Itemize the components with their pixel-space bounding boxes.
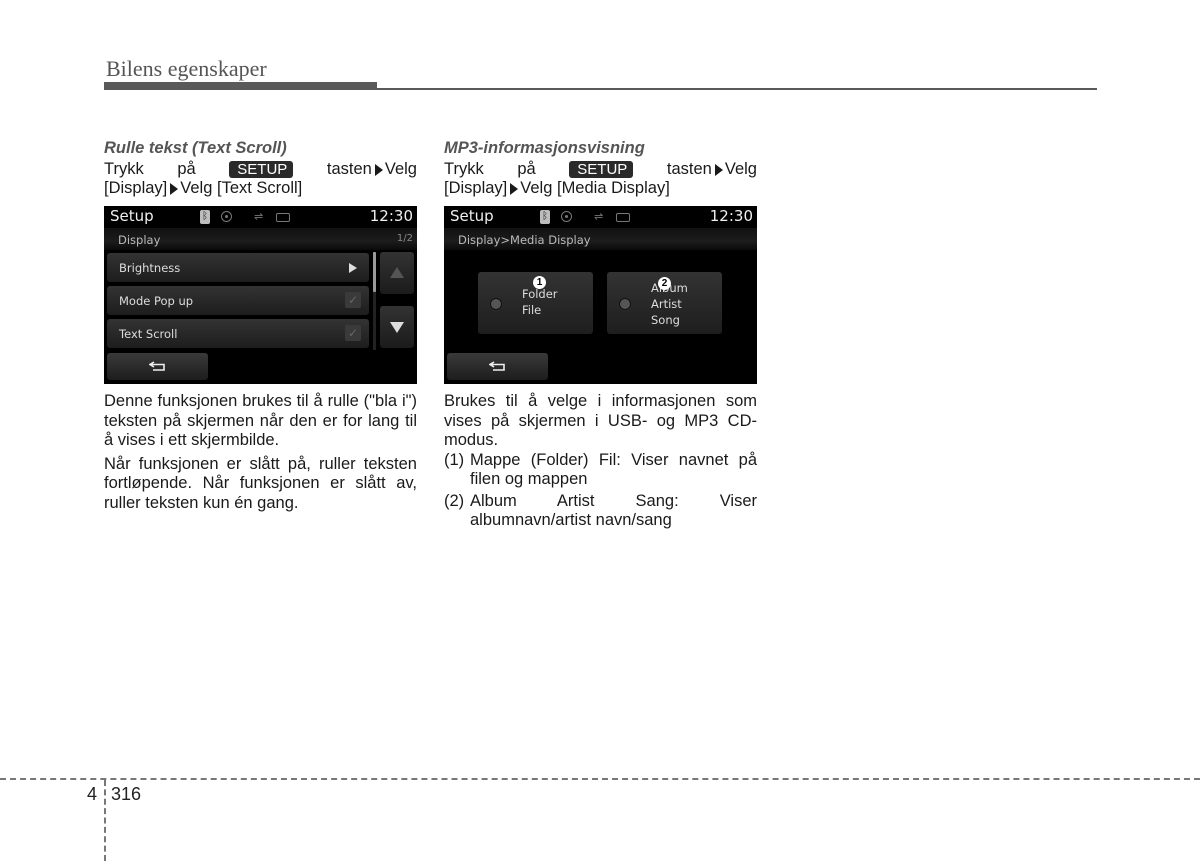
- status-bar: Setup ᛒ ⇌ 12:30: [104, 206, 417, 228]
- media-display-screenshot: Setup ᛒ ⇌ 12:30 Display>Media Display Fo…: [444, 206, 757, 384]
- screen-title: Setup: [450, 207, 494, 225]
- scroll-up-button[interactable]: [380, 252, 414, 294]
- back-button[interactable]: [447, 353, 548, 380]
- back-button[interactable]: [107, 353, 208, 380]
- clock: 12:30: [369, 207, 413, 225]
- page-number: 316: [111, 784, 142, 804]
- instr-path: Velg [Media Display]: [520, 179, 670, 197]
- usb-icon: ⇌: [254, 210, 264, 223]
- list-item: (1) Mappe (Folder) Fil: Viser navnet på f…: [444, 450, 757, 489]
- option-label: Folder File: [522, 287, 558, 317]
- instruction: Trykk på SETUP tasten Velg [Display] Velg …: [444, 160, 757, 198]
- text-scroll-section: Rulle tekst (Text Scroll) Trykk på SETUP…: [104, 138, 417, 513]
- chapter-header-title: Bilens egenskaper: [106, 56, 267, 81]
- screen-subheader: Display>Media Display: [444, 228, 757, 250]
- screen-subheader: Display 1/2: [104, 228, 417, 250]
- aux-icon: [616, 213, 630, 222]
- instr-word: Trykk: [444, 160, 484, 178]
- paragraph: Brukes til å velge i informasjonen som v…: [444, 392, 757, 449]
- list-item: (2) Album Artist Sang: Viser albumnavn/ar…: [444, 491, 757, 530]
- bluetooth-icon: ᛒ: [200, 210, 210, 224]
- menu-item-brightness[interactable]: Brightness: [107, 253, 369, 282]
- disc-icon: [561, 211, 572, 222]
- menu-item-label: Mode Pop up: [119, 294, 194, 308]
- instr-word: på: [177, 160, 196, 178]
- scrollbar-thumb[interactable]: [373, 252, 376, 292]
- callout-marker: 1: [533, 276, 546, 289]
- instr-path: [Display]: [444, 179, 508, 197]
- menu-item-label: Brightness: [119, 261, 181, 275]
- instr-word: tasten Velg: [666, 160, 757, 178]
- scroll-down-button[interactable]: [380, 306, 414, 348]
- radio-button[interactable]: [619, 298, 631, 310]
- media-display-section: MP3-informasjonsvisning Trykk på SETUP t…: [444, 138, 757, 533]
- subheader-label: Display>Media Display: [458, 233, 591, 247]
- section-title: Rulle tekst (Text Scroll): [104, 139, 287, 157]
- menu-item-label: Text Scroll: [119, 327, 178, 341]
- setup-key-label: SETUP: [229, 161, 294, 178]
- header-rule-thin: [377, 88, 1097, 90]
- header-rule-thick: [104, 82, 377, 90]
- paragraph: Denne funksjonen brukes til å rulle ("bl…: [104, 392, 417, 449]
- chapter-number: 4: [87, 784, 98, 804]
- arrow-right-icon: [714, 163, 723, 176]
- page-indicator: 1/2: [396, 233, 413, 244]
- radio-button[interactable]: [490, 298, 502, 310]
- screen-title: Setup: [110, 207, 154, 225]
- bluetooth-icon: ᛒ: [540, 210, 550, 224]
- footer-divider: [104, 780, 106, 861]
- checkbox-icon[interactable]: ✓: [345, 292, 361, 308]
- clock: 12:30: [709, 207, 753, 225]
- instr-path: Velg [Text Scroll]: [180, 179, 303, 197]
- usb-icon: ⇌: [594, 210, 604, 223]
- numbered-list: (1) Mappe (Folder) Fil: Viser navnet på f…: [444, 451, 757, 531]
- instruction: Trykk på SETUP tasten Velg [Display] Velg …: [104, 160, 417, 198]
- back-arrow-icon: [149, 361, 165, 371]
- instr-word: tasten Velg: [326, 160, 417, 178]
- setup-key-label: SETUP: [569, 161, 634, 178]
- arrow-right-icon: [510, 182, 519, 195]
- setup-display-screenshot: Setup ᛒ ⇌ 12:30 Display 1/2 Brightness M…: [104, 206, 417, 384]
- checkbox-icon[interactable]: ✓: [345, 325, 361, 341]
- back-arrow-icon: [489, 361, 505, 371]
- arrow-right-icon: [170, 182, 179, 195]
- play-arrow-icon: [349, 263, 357, 273]
- paragraph: Når funksjonen er slått på, ruller tekst…: [104, 454, 417, 512]
- instr-word: Trykk: [104, 160, 144, 178]
- callout-marker: 2: [658, 277, 671, 290]
- menu-item-text-scroll[interactable]: Text Scroll ✓: [107, 319, 369, 348]
- disc-icon: [221, 211, 232, 222]
- aux-icon: [276, 213, 290, 222]
- arrow-right-icon: [374, 163, 383, 176]
- instr-path: [Display]: [104, 179, 168, 197]
- menu-item-mode-popup[interactable]: Mode Pop up ✓: [107, 286, 369, 315]
- subheader-label: Display: [118, 233, 161, 247]
- footer-rule: [0, 778, 1200, 780]
- instr-word: på: [517, 160, 536, 178]
- status-bar: Setup ᛒ ⇌ 12:30: [444, 206, 757, 228]
- section-title: MP3-informasjonsvisning: [444, 139, 645, 157]
